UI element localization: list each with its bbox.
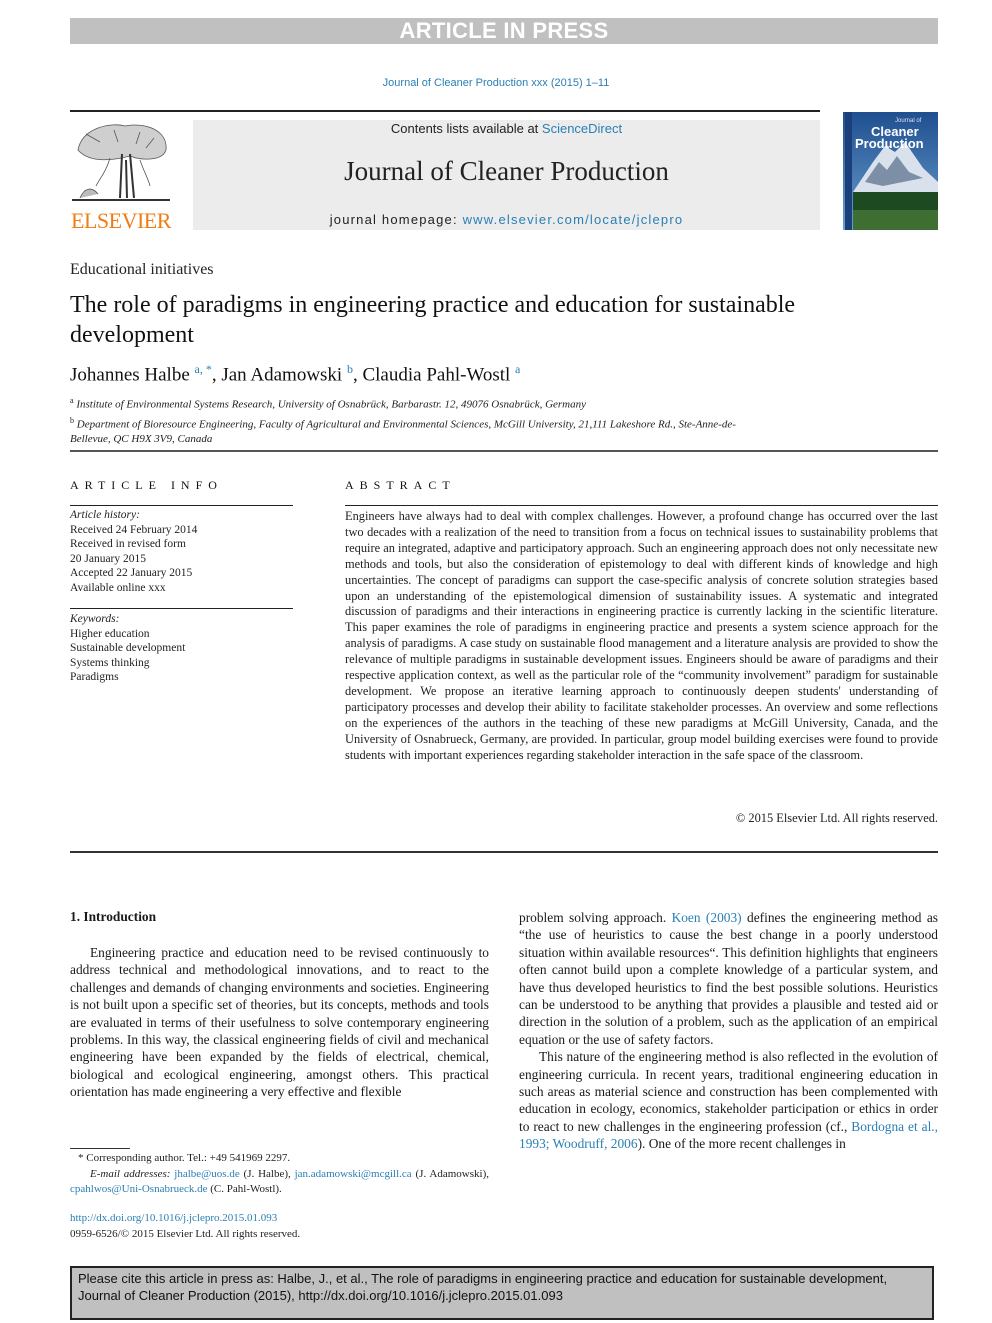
text-run: problem solving approach. xyxy=(519,910,672,925)
homepage-prefix: journal homepage: xyxy=(329,212,463,227)
elsevier-tree-icon xyxy=(72,124,170,201)
footnote-rule xyxy=(70,1148,130,1149)
affiliation-mark: b xyxy=(70,415,74,425)
article-info-rule xyxy=(70,505,293,506)
affiliations: a Institute of Environmental Systems Res… xyxy=(70,393,770,447)
article-history: Article history: Received 24 February 20… xyxy=(70,508,295,595)
author-name: Johannes Halbe xyxy=(70,364,190,386)
abstract-bottom-divider xyxy=(70,851,938,853)
contents-prefix: Contents lists available at xyxy=(390,121,542,136)
paragraph: This nature of the engineering method is… xyxy=(519,1048,938,1152)
body-column-left: Engineering practice and education need … xyxy=(70,944,489,1101)
running-head[interactable]: Journal of Cleaner Production xxx (2015)… xyxy=(0,77,992,89)
paragraph: problem solving approach. Koen (2003) de… xyxy=(519,909,938,1048)
keywords-label: Keywords: xyxy=(70,613,120,625)
keyword: Higher education xyxy=(70,627,150,640)
journal-cover-image[interactable]: Journal of Cleaner Production xyxy=(843,112,938,230)
contents-available-line: Contents lists available at ScienceDirec… xyxy=(193,121,820,136)
cover-illustration-icon: Journal of Cleaner Production xyxy=(843,112,938,230)
author-list: Johannes Halbe a, *, Jan Adamowski b, Cl… xyxy=(70,362,521,386)
body-column-right: problem solving approach. Koen (2003) de… xyxy=(519,909,938,1153)
affiliation-mark: a xyxy=(70,396,74,405)
corresponding-author-note: * Corresponding author. Tel.: +49 541969… xyxy=(78,1152,291,1164)
abstract-heading: ABSTRACT xyxy=(345,478,456,492)
email-addresses: E-mail addresses: jhalbe@uos.de (J. Halb… xyxy=(70,1167,489,1198)
keyword: Sustainable development xyxy=(70,642,186,654)
keyword: Systems thinking xyxy=(70,656,150,669)
email-owner: (C. Pahl-Wostl). xyxy=(210,1183,282,1195)
history-item: Received 24 February 2014 xyxy=(70,523,198,536)
journal-homepage-line: journal homepage: www.elsevier.com/locat… xyxy=(193,212,820,227)
header-divider xyxy=(70,450,938,452)
email-owner: (J. Adamowski), xyxy=(415,1167,490,1180)
history-item: Received in revised form xyxy=(70,538,186,550)
history-label: Article history: xyxy=(70,509,140,521)
article-section-label: Educational initiatives xyxy=(70,261,214,278)
journal-title: Journal of Cleaner Production xyxy=(344,156,669,186)
history-item: Available online xxx xyxy=(70,581,166,594)
email-label: E-mail addresses: xyxy=(90,1167,171,1180)
text-run: ). One of the more recent challenges in xyxy=(637,1136,846,1152)
abstract-text: Engineers have always had to deal with c… xyxy=(345,509,938,762)
paragraph: Engineering practice and education need … xyxy=(70,945,489,1100)
author-name: Jan Adamowski xyxy=(221,364,343,386)
article-title: The role of paradigms in engineering pra… xyxy=(70,292,796,348)
history-item: 20 January 2015 xyxy=(70,552,147,565)
masthead-box: Contents lists available at ScienceDirec… xyxy=(193,120,820,230)
cover-title-2: Production xyxy=(855,136,924,151)
abstract-copyright: © 2015 Elsevier Ltd. All rights reserved… xyxy=(735,811,938,825)
article-in-press-banner: ARTICLE IN PRESS xyxy=(70,18,938,44)
citation-line: Journal of Cleaner Production (2015), ht… xyxy=(78,1288,563,1303)
journal-homepage-link[interactable]: www.elsevier.com/locate/jclepro xyxy=(463,212,684,227)
keywords: Keywords: Higher education Sustainable d… xyxy=(70,612,295,685)
author-affiliation-mark[interactable]: a xyxy=(515,362,520,376)
footnotes: * Corresponding author. Tel.: +49 541969… xyxy=(70,1151,489,1198)
elsevier-logo[interactable]: ELSEVIER xyxy=(70,120,172,233)
affiliation-text: Institute of Environmental Systems Resea… xyxy=(76,398,587,411)
masthead-rule xyxy=(70,110,820,112)
issn-copyright: 0959-6526/© 2015 Elsevier Ltd. All right… xyxy=(70,1227,301,1240)
elsevier-wordmark: ELSEVIER xyxy=(71,208,171,233)
email-link[interactable]: jan.adamowski@mcgill.ca xyxy=(295,1168,412,1180)
author-affiliation-mark[interactable]: b xyxy=(347,362,353,376)
affiliation-text: Department of Bioresource Engineering, F… xyxy=(70,418,736,446)
sciencedirect-link[interactable]: ScienceDirect xyxy=(542,121,622,136)
email-link[interactable]: cpahlwos@Uni-Osnabrueck.de xyxy=(70,1183,208,1195)
section-heading-introduction: 1. Introduction xyxy=(70,909,157,924)
email-link[interactable]: jhalbe@uos.de xyxy=(174,1168,239,1180)
citation-line: Please cite this article in press as: Ha… xyxy=(78,1271,888,1286)
affiliation: a Institute of Environmental Systems Res… xyxy=(70,393,770,413)
email-owner: (J. Halbe), xyxy=(243,1167,291,1180)
article-info-heading: ARTICLE INFO xyxy=(70,478,223,492)
author-affiliation-mark[interactable]: a, * xyxy=(195,362,212,376)
author-name: Claudia Pahl-Wostl xyxy=(362,364,511,386)
history-item: Accepted 22 January 2015 xyxy=(70,567,193,579)
keywords-rule xyxy=(70,608,293,609)
abstract-rule xyxy=(345,505,938,506)
text-run: defines the engineering method as “the u… xyxy=(519,910,938,1047)
doi-block: http://dx.doi.org/10.1016/j.jclepro.2015… xyxy=(70,1211,489,1242)
doi-link[interactable]: http://dx.doi.org/10.1016/j.jclepro.2015… xyxy=(70,1211,489,1227)
citation-link-koen[interactable]: Koen (2003) xyxy=(672,910,742,925)
cite-this-article-box: Please cite this article in press as: Ha… xyxy=(70,1266,934,1320)
keyword: Paradigms xyxy=(70,671,119,683)
affiliation: b Department of Bioresource Engineering,… xyxy=(70,413,770,448)
